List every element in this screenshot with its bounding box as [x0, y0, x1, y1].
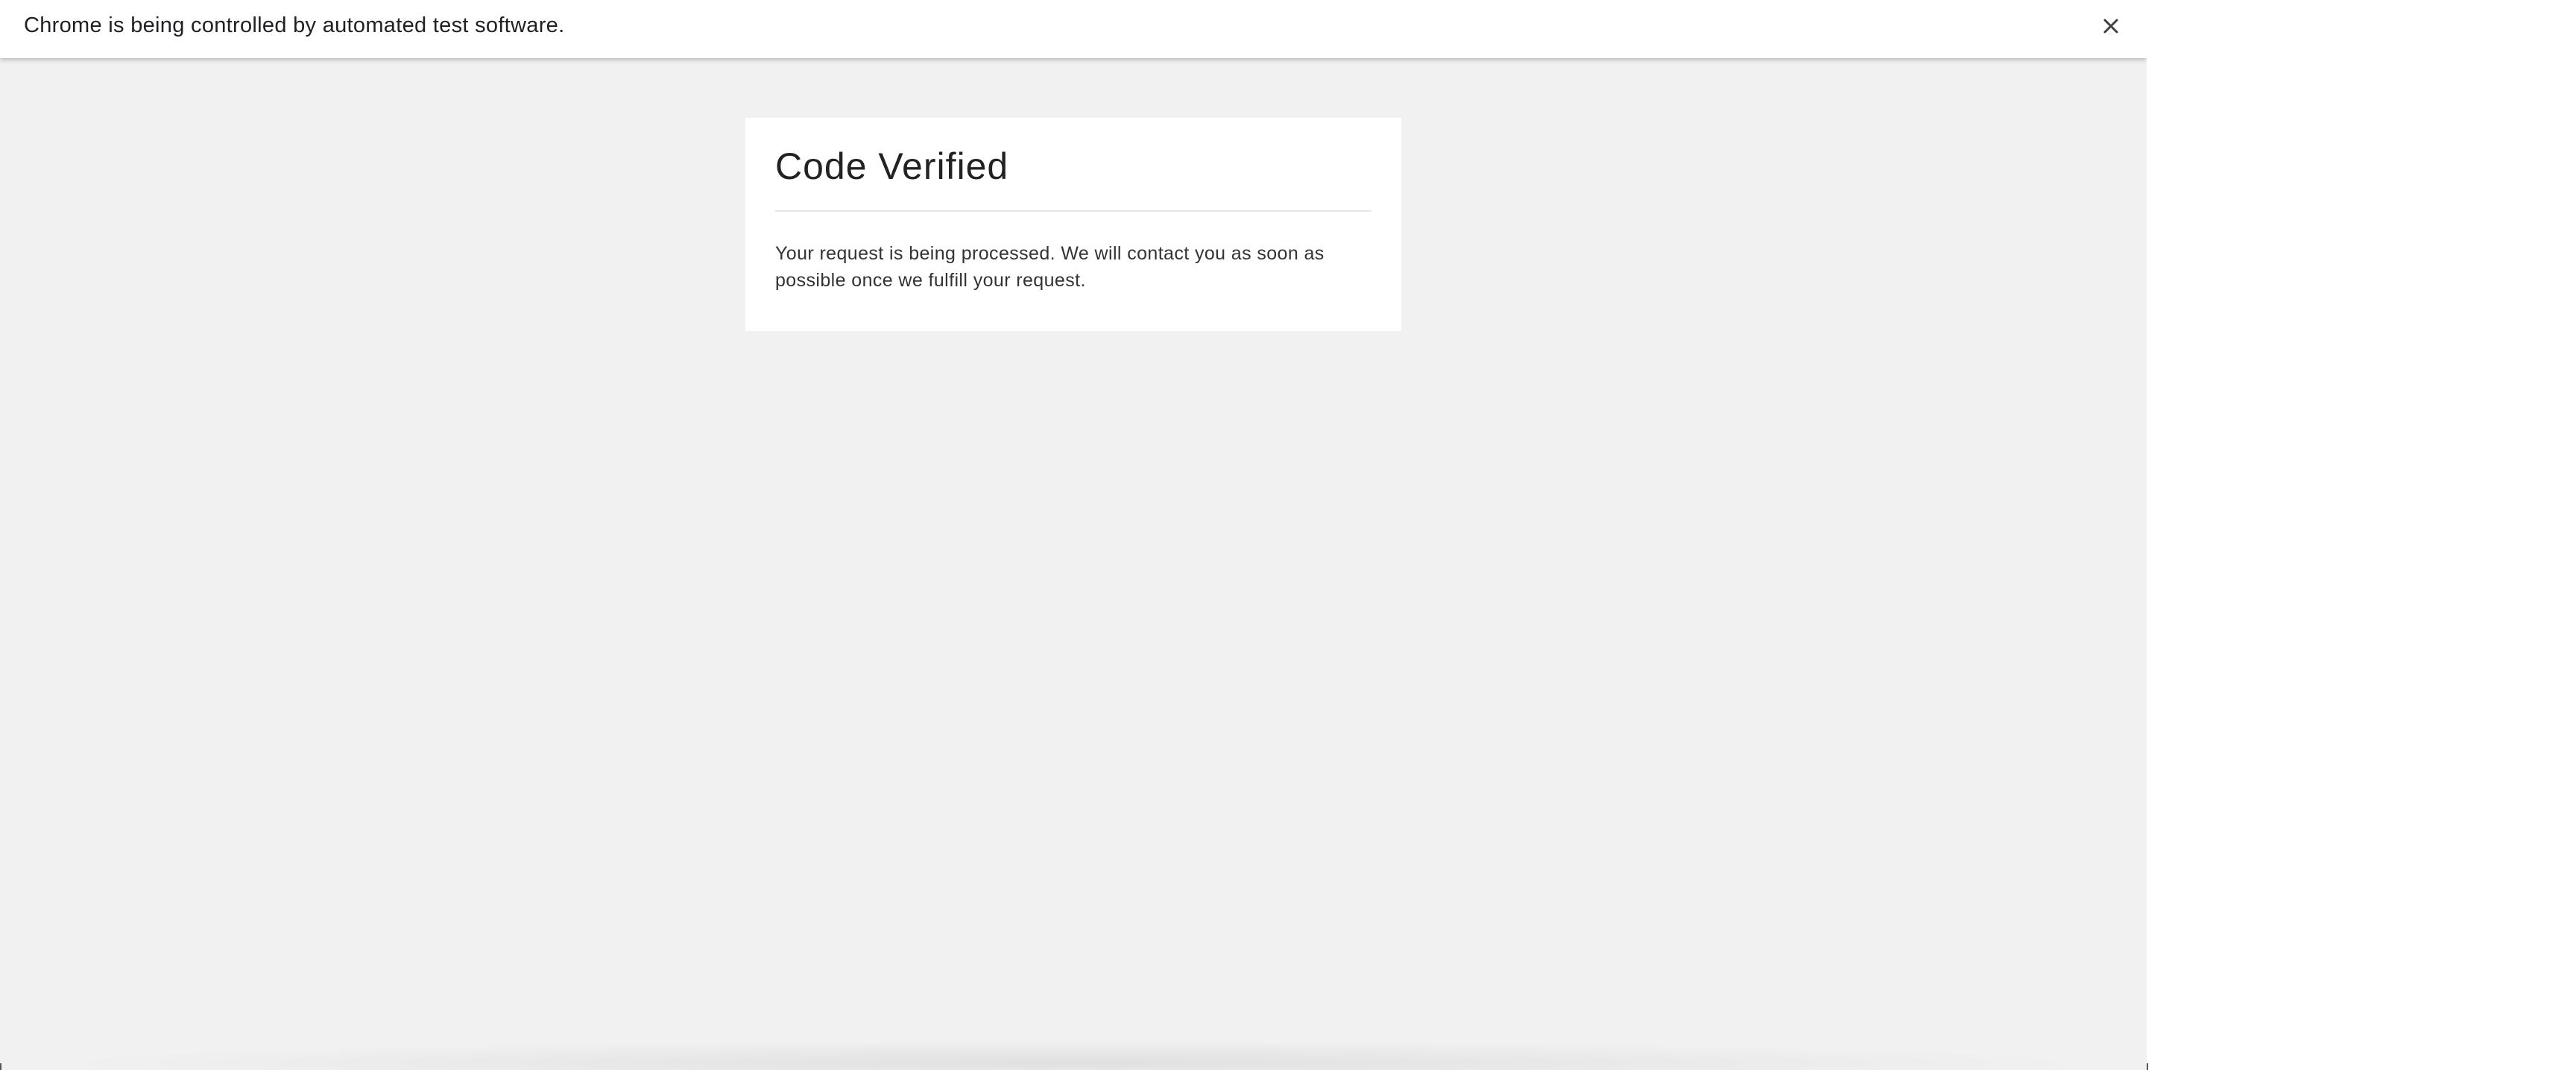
card-title: Code Verified: [775, 145, 1009, 187]
verification-card: Code Verified Your request is being proc…: [745, 118, 1401, 331]
infobar-message: Chrome is being controlled by automated …: [24, 13, 565, 37]
window-edge-left: [0, 1063, 1, 1070]
card-divider: [775, 210, 1371, 212]
close-icon[interactable]: [2099, 14, 2123, 38]
card-message: Your request is being processed. We will…: [775, 243, 1325, 291]
close-icon-glyph: [2103, 19, 2118, 34]
browser-viewport: Chrome is being controlled by automated …: [0, 0, 2147, 1070]
automation-infobar: Chrome is being controlled by automated …: [0, 0, 2147, 58]
bottom-shadow: [45, 1040, 2102, 1070]
window-edge-right: [2147, 1063, 2148, 1070]
